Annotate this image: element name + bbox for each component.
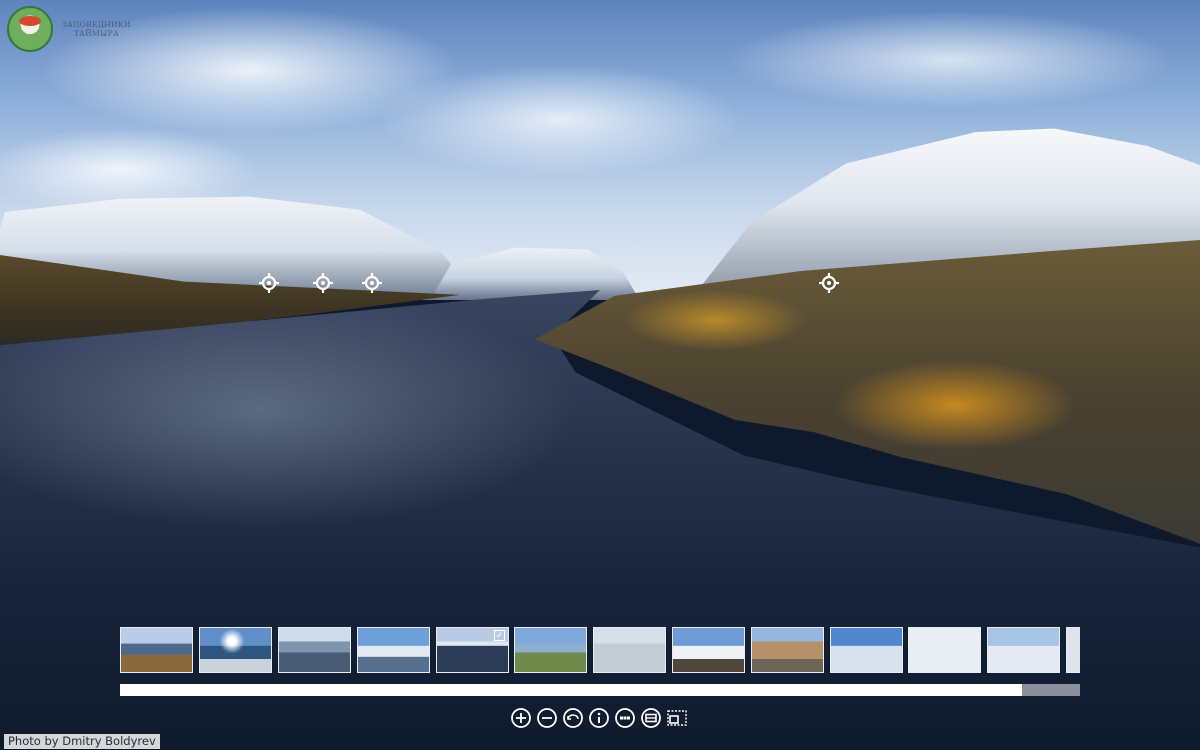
control-bar (510, 707, 688, 729)
polar-bear-emblem-icon (7, 6, 53, 52)
thumbnails-toggle-button[interactable] (614, 707, 636, 729)
photo-credit: Photo by Dmitry Boldyrev (4, 734, 160, 749)
crosshair-icon (819, 273, 839, 293)
logo-text: ЗАПОВЕДНИКИ ТАЙМЫРА (62, 20, 131, 38)
logo-line-2: ТАЙМЫРА (73, 29, 119, 38)
thumbnail-7[interactable] (593, 627, 666, 673)
info-icon (589, 708, 609, 728)
rotate-icon (563, 708, 583, 728)
scrollbar-thumb[interactable] (120, 684, 1023, 696)
thumbnail-13[interactable] (1066, 627, 1080, 673)
autorotate-button[interactable] (562, 707, 584, 729)
zoom-in-button[interactable] (510, 707, 532, 729)
logo[interactable]: ЗАПОВЕДНИКИ ТАЙМЫРА (7, 6, 131, 52)
thumbnail-5-selected[interactable]: ✓ (436, 627, 509, 673)
hotspot-2[interactable] (313, 273, 333, 293)
logo-line-1: ЗАПОВЕДНИКИ (62, 20, 131, 29)
thumbnail-4[interactable] (357, 627, 430, 673)
plus-circle-icon (511, 708, 531, 728)
fullscreen-button[interactable] (666, 707, 688, 729)
hotspot-4[interactable] (819, 273, 839, 293)
thumbnail-8[interactable] (672, 627, 745, 673)
fullscreen-icon (667, 710, 687, 726)
thumbnail-3[interactable] (278, 627, 351, 673)
thumbnail-scrollbar[interactable] (120, 684, 1080, 696)
hotspots-toggle-button[interactable] (640, 707, 662, 729)
thumbnail-2[interactable] (199, 627, 272, 673)
thumbnail-10[interactable] (830, 627, 903, 673)
crosshair-icon (362, 273, 382, 293)
zoom-out-button[interactable] (536, 707, 558, 729)
checkbox-checked-icon: ✓ (494, 630, 505, 641)
dots-icon (615, 708, 635, 728)
crosshair-icon (313, 273, 333, 293)
hotspot-1[interactable] (259, 273, 279, 293)
thumbnail-11[interactable] (908, 627, 981, 673)
hotspot-toggle-icon (641, 708, 661, 728)
thumbnail-6[interactable] (514, 627, 587, 673)
thumbnail-12[interactable] (987, 627, 1060, 673)
crosshair-icon (259, 273, 279, 293)
minus-circle-icon (537, 708, 557, 728)
info-button[interactable] (588, 707, 610, 729)
hotspot-3[interactable] (362, 273, 382, 293)
thumbnail-9[interactable] (751, 627, 824, 673)
thumbnail-1[interactable] (120, 627, 193, 673)
thumbnail-strip[interactable]: ✓ (120, 627, 1080, 673)
